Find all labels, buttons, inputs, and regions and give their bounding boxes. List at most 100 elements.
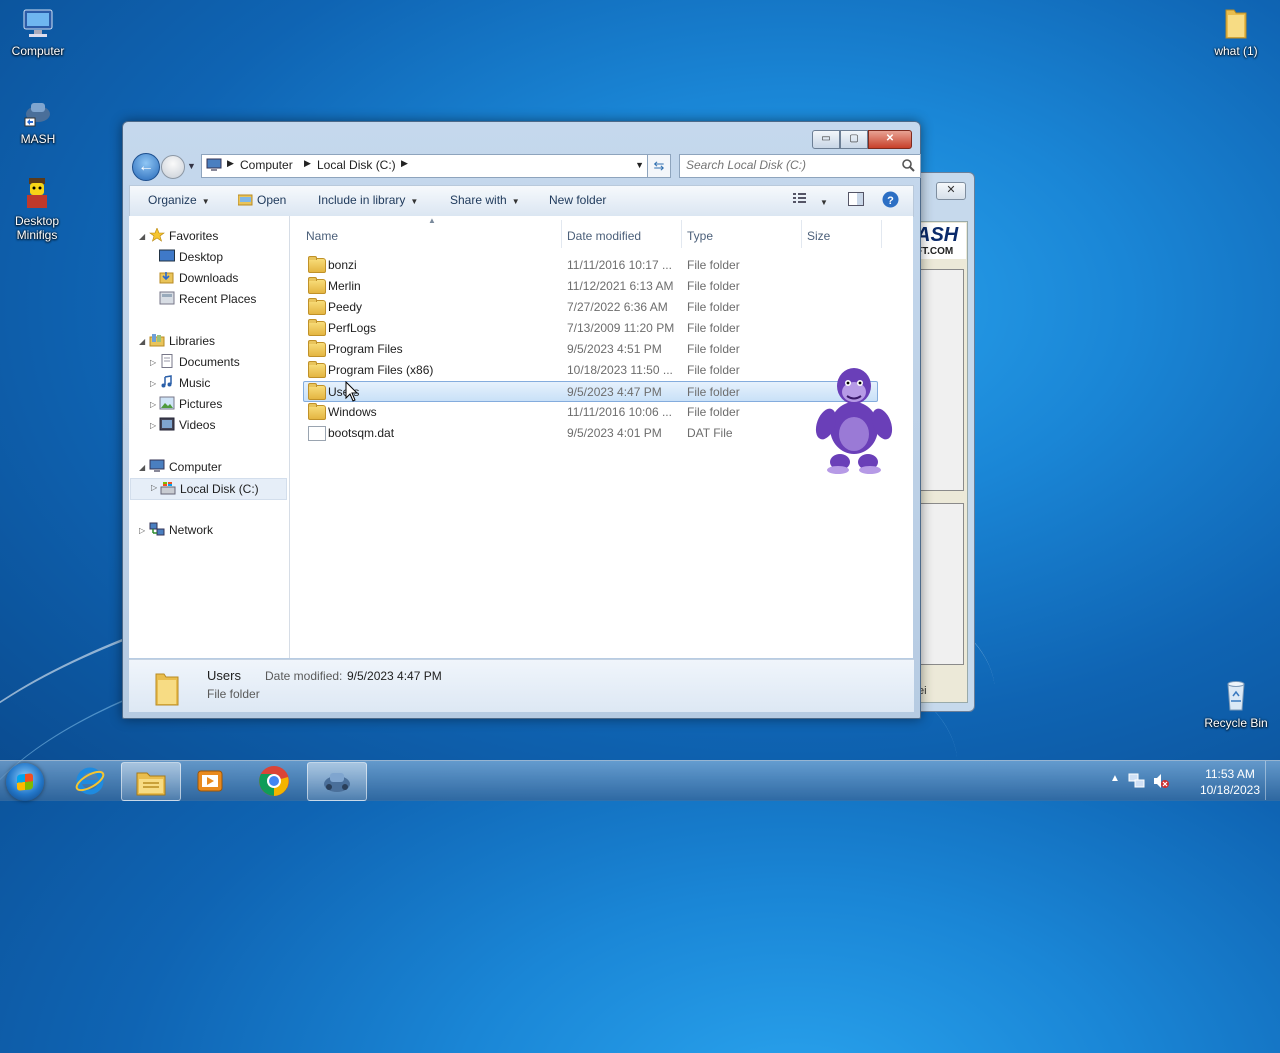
chevron-down-icon: ▼ — [410, 197, 419, 206]
column-divider[interactable] — [561, 220, 562, 248]
column-header-type[interactable]: Type — [687, 229, 713, 243]
collapse-icon[interactable]: ◢ — [139, 232, 145, 241]
collapse-icon[interactable]: ◢ — [139, 337, 145, 346]
folder-icon — [308, 319, 326, 336]
desktop-icon-computer[interactable]: Computer — [0, 6, 76, 58]
folder-icon — [155, 673, 179, 706]
include-in-library-button[interactable]: Include in library ▼ — [318, 193, 418, 207]
open-button[interactable]: Open — [237, 193, 286, 207]
caption-buttons: ▭ ▢ ✕ — [812, 130, 912, 149]
details-date-value: 9/5/2023 4:47 PM — [347, 669, 442, 683]
media-player-icon — [197, 770, 223, 792]
expand-icon[interactable]: ▷ — [139, 526, 145, 535]
clock-time: 11:53 AM — [1205, 767, 1255, 781]
taskbar-media-player[interactable] — [181, 762, 239, 799]
taskbar-file-explorer[interactable] — [121, 762, 181, 801]
file-row-program-files-x86[interactable]: Program Files (x86) 10/18/2023 11:50 ...… — [304, 360, 877, 380]
folder-icon — [308, 361, 326, 378]
background-window-close-button[interactable]: ✕ — [936, 182, 966, 200]
breadcrumb-computer[interactable]: Computer — [240, 158, 293, 172]
minimize-button[interactable]: ▭ — [812, 130, 840, 149]
clock[interactable]: 11:53 AM 10/18/2023 — [1200, 766, 1260, 798]
breadcrumb-separator-icon[interactable]: ▶ — [304, 158, 311, 169]
start-button[interactable] — [6, 763, 44, 801]
folder-icon — [308, 340, 326, 357]
organize-button[interactable]: Organize ▼ — [148, 193, 210, 207]
file-row-merlin[interactable]: Merlin 11/12/2021 6:13 AM File folder — [304, 276, 877, 296]
file-row-program-files[interactable]: Program Files 9/5/2023 4:51 PM File fold… — [304, 339, 877, 359]
taskbar-mash[interactable] — [307, 762, 367, 801]
desktop-icon-recycle-bin[interactable]: Recycle Bin — [1198, 678, 1274, 730]
minifig-icon — [20, 176, 54, 210]
collapse-icon[interactable]: ◢ — [139, 463, 145, 472]
background-panel — [918, 269, 964, 491]
share-with-button[interactable]: Share with ▼ — [450, 193, 520, 207]
internet-explorer-icon — [75, 767, 105, 795]
back-arrow-icon: ← — [138, 158, 154, 175]
column-header-name[interactable]: Name — [306, 229, 338, 243]
column-header-size[interactable]: Size — [807, 229, 830, 243]
recent-places-icon — [159, 291, 175, 305]
navigation-pane: ◢ Favorites Desktop Downloads Recent Pla… — [129, 216, 290, 658]
new-folder-button[interactable]: New folder — [549, 193, 606, 207]
desktop-icon-label: Computer — [11, 44, 65, 58]
bonzi-buddy-character[interactable] — [812, 362, 896, 474]
file-row-bonzi[interactable]: bonzi 11/11/2016 10:17 ... File folder — [304, 255, 877, 275]
folder-icon — [308, 277, 326, 294]
file-row-windows[interactable]: Windows 11/11/2016 10:06 ... File folder — [304, 402, 877, 422]
chrome-icon — [259, 766, 289, 796]
star-icon — [149, 228, 165, 242]
search-box[interactable] — [679, 154, 921, 178]
desktop-icon-folder[interactable]: what (1) — [1198, 6, 1274, 58]
command-bar: Organize ▼ Open Include in library ▼ Share… — [129, 185, 914, 217]
desktop-icon-label: MASH — [20, 132, 56, 146]
network-tray-icon[interactable] — [1128, 773, 1146, 789]
breadcrumb-separator-icon[interactable]: ▶ — [401, 158, 408, 169]
desktop-icon-mash[interactable]: MASH — [0, 94, 76, 146]
search-icon — [902, 159, 915, 172]
maximize-button[interactable]: ▢ — [840, 130, 868, 149]
videos-icon — [159, 417, 175, 431]
expand-icon[interactable]: ▷ — [150, 400, 156, 409]
pictures-icon — [159, 396, 175, 410]
breadcrumb-local-disk[interactable]: Local Disk (C:) — [317, 158, 396, 172]
address-bar[interactable]: ▶ Computer ▶ Local Disk (C:) ▶ ▼ — [201, 154, 649, 178]
folder-icon — [308, 403, 326, 420]
details-name: Users — [207, 668, 241, 683]
taskbar-chrome[interactable] — [245, 762, 303, 799]
desktop-icon-minifigs[interactable]: Desktop Minifigs — [0, 176, 74, 242]
search-input[interactable] — [680, 155, 891, 175]
breadcrumb-separator-icon[interactable]: ▶ — [227, 158, 234, 169]
file-row-peedy[interactable]: Peedy 7/27/2022 6:36 AM File folder — [304, 297, 877, 317]
nav-local-disk[interactable]: ▷ Local Disk (C:) — [130, 478, 287, 500]
address-dropdown-icon[interactable]: ▼ — [635, 160, 644, 170]
background-window[interactable]: ✕ ASH FT.COM ei — [912, 172, 975, 712]
volume-muted-icon[interactable] — [1152, 773, 1170, 789]
change-view-button[interactable]: ▼ — [792, 191, 828, 208]
column-divider[interactable] — [881, 220, 882, 248]
column-divider[interactable] — [681, 220, 682, 248]
close-button[interactable]: ✕ — [868, 130, 912, 149]
taskbar-internet-explorer[interactable] — [61, 762, 119, 799]
forward-button[interactable] — [161, 155, 185, 179]
column-header-date[interactable]: Date modified — [567, 229, 641, 243]
expand-icon[interactable]: ▷ — [150, 358, 156, 367]
mash-icon — [324, 773, 350, 792]
show-desktop-button[interactable] — [1265, 761, 1280, 800]
file-row-bootsqm[interactable]: bootsqm.dat 9/5/2023 4:01 PM DAT File — [304, 423, 877, 443]
folder-icon — [1219, 6, 1253, 40]
preview-pane-button[interactable] — [848, 192, 864, 209]
expand-icon[interactable]: ▷ — [151, 483, 157, 492]
file-row-users[interactable]: Users 9/5/2023 4:47 PM File folder — [303, 381, 878, 402]
svg-text:?: ? — [887, 195, 894, 207]
recent-pages-dropdown[interactable]: ▼ — [187, 161, 196, 171]
file-row-perflogs[interactable]: PerfLogs 7/13/2009 11:20 PM File folder — [304, 318, 877, 338]
refresh-button[interactable]: ⇆ — [647, 154, 671, 178]
expand-icon[interactable]: ▷ — [150, 421, 156, 430]
expand-icon[interactable]: ▷ — [150, 379, 156, 388]
help-button[interactable]: ? — [882, 191, 899, 211]
desktop-icon — [159, 249, 175, 262]
back-button[interactable]: ← — [132, 153, 160, 181]
show-hidden-icons-icon[interactable]: ▲ — [1110, 773, 1120, 784]
column-divider[interactable] — [801, 220, 802, 248]
